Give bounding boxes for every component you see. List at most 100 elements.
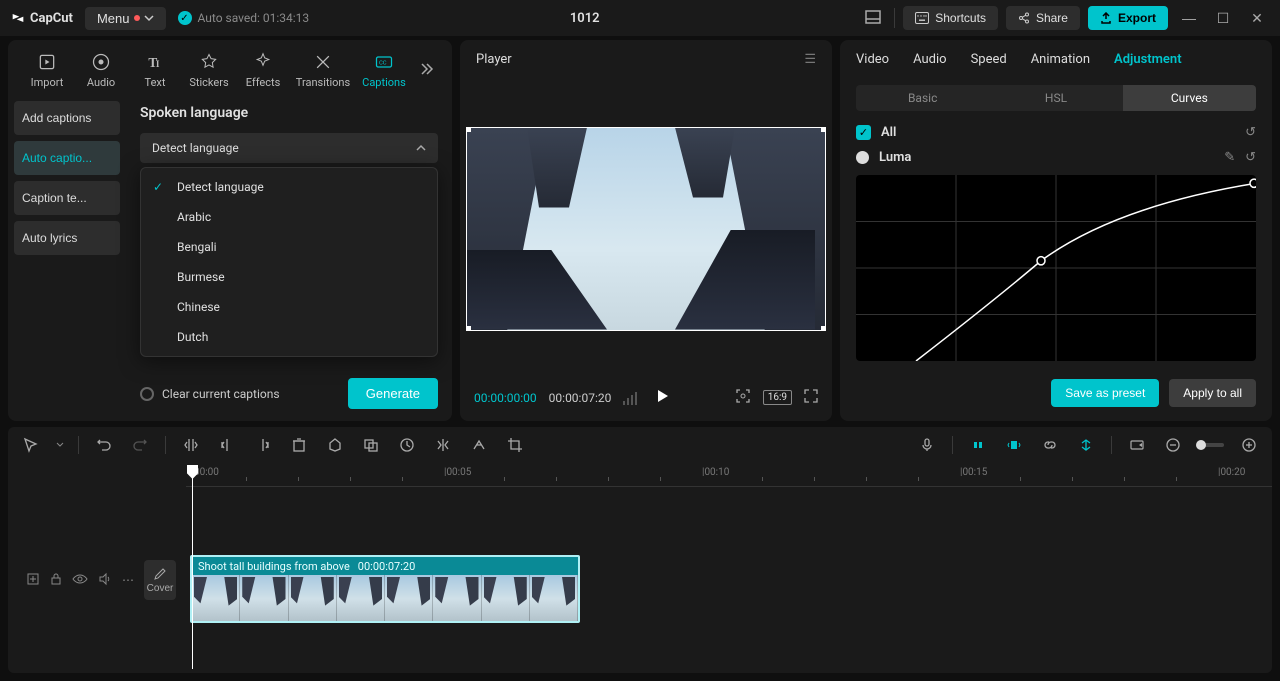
keyboard-icon <box>915 12 929 24</box>
save-preset-button[interactable]: Save as preset <box>1051 379 1159 407</box>
clear-captions-toggle[interactable]: Clear current captions <box>140 387 280 401</box>
selection-tool[interactable] <box>20 434 42 456</box>
maximize-button[interactable]: ☐ <box>1210 5 1236 31</box>
resize-handle-br[interactable] <box>821 326 826 331</box>
nav-auto-captions[interactable]: Auto captio... <box>14 141 120 175</box>
video-canvas[interactable]: ⟳ <box>466 127 826 331</box>
player-viewport[interactable]: ⟳ <box>460 79 832 378</box>
chevron-double-right-icon <box>418 61 434 77</box>
tab-video[interactable]: Video <box>856 52 889 73</box>
expand-tabs-button[interactable] <box>412 55 440 87</box>
tab-text[interactable]: TI Text <box>128 48 182 93</box>
option-arabic[interactable]: Arabic <box>141 202 437 232</box>
tab-speed[interactable]: Speed <box>971 52 1007 73</box>
preview-axis-button[interactable] <box>1075 434 1097 456</box>
option-burmese[interactable]: Burmese <box>141 262 437 292</box>
apply-all-button[interactable]: Apply to all <box>1169 379 1256 407</box>
crop-button[interactable] <box>504 434 526 456</box>
track-mute-button[interactable] <box>98 572 112 589</box>
tab-audio[interactable]: Audio <box>74 48 128 93</box>
scale-button[interactable] <box>735 388 751 407</box>
track-lock-button[interactable] <box>50 572 62 589</box>
curve-channel-luma[interactable]: Luma ✎ ↺ <box>856 150 1256 165</box>
delete-left-button[interactable] <box>216 434 238 456</box>
reset-icon[interactable]: ↺ <box>1245 150 1256 165</box>
playhead[interactable] <box>192 465 193 669</box>
transitions-icon <box>313 52 333 72</box>
resize-handle-tl[interactable] <box>466 127 471 132</box>
share-button[interactable]: Share <box>1006 6 1080 30</box>
tab-adjustment[interactable]: Adjustment <box>1114 52 1182 73</box>
resize-handle-bl[interactable] <box>466 326 471 331</box>
aspect-ratio[interactable]: 16:9 <box>763 390 792 405</box>
track-add-button[interactable] <box>26 572 40 589</box>
preview-render-button[interactable] <box>1126 434 1148 456</box>
subtab-hsl[interactable]: HSL <box>989 85 1122 111</box>
menu-button[interactable]: Menu <box>85 7 166 30</box>
track-more-button[interactable]: ⋯ <box>122 573 134 587</box>
tab-effects[interactable]: Effects <box>236 48 290 93</box>
nav-add-captions[interactable]: Add captions <box>14 101 120 135</box>
option-bengali[interactable]: Bengali <box>141 232 437 262</box>
redo-button[interactable] <box>129 434 151 456</box>
effects-icon <box>253 52 273 72</box>
timeline-tracks[interactable]: 00:00 |00:05 |00:10 |00:15 |00:20 Shoot … <box>186 463 1272 673</box>
track-visibility-button[interactable] <box>72 573 88 588</box>
nav-caption-templates[interactable]: Caption te... <box>14 181 120 215</box>
eyedropper-icon[interactable]: ✎ <box>1224 150 1235 165</box>
nav-auto-lyrics[interactable]: Auto lyrics <box>14 221 120 255</box>
option-detect[interactable]: ✓Detect language <box>141 172 437 202</box>
tab-transitions[interactable]: Transitions <box>290 48 356 93</box>
tab-import[interactable]: Import <box>20 48 74 93</box>
fullscreen-button[interactable] <box>804 389 818 406</box>
divider <box>78 436 79 454</box>
cover-button[interactable]: Cover <box>144 560 176 600</box>
link-button[interactable] <box>1039 434 1061 456</box>
tab-stickers[interactable]: Stickers <box>182 48 236 93</box>
timeline-ruler[interactable]: 00:00 |00:05 |00:10 |00:15 |00:20 <box>186 463 1272 487</box>
split-button[interactable] <box>180 434 202 456</box>
language-dropdown[interactable]: Detect language <box>140 133 438 163</box>
adjustment-subtabs: Basic HSL Curves <box>856 85 1256 111</box>
subtab-basic[interactable]: Basic <box>856 85 989 111</box>
subtab-curves[interactable]: Curves <box>1123 85 1256 111</box>
tab-animation[interactable]: Animation <box>1031 52 1090 73</box>
delete-right-button[interactable] <box>252 434 274 456</box>
shortcuts-button[interactable]: Shortcuts <box>903 6 998 30</box>
reverse-button[interactable] <box>468 434 490 456</box>
option-chinese[interactable]: Chinese <box>141 292 437 322</box>
mirror-button[interactable] <box>432 434 454 456</box>
close-button[interactable]: ✕ <box>1244 5 1270 31</box>
ruler-tick: |00:20 <box>1218 467 1245 478</box>
share-icon <box>1018 12 1030 24</box>
curve-channel-all[interactable]: ✓ All ↺ <box>856 125 1256 140</box>
reset-icon[interactable]: ↺ <box>1245 125 1256 140</box>
group-button[interactable] <box>360 434 382 456</box>
tab-audio[interactable]: Audio <box>913 52 946 73</box>
export-button[interactable]: Export <box>1088 6 1168 30</box>
generate-button[interactable]: Generate <box>348 378 438 409</box>
tab-captions[interactable]: CC Captions <box>356 48 412 93</box>
mic-button[interactable] <box>916 434 938 456</box>
minimize-button[interactable]: — <box>1176 5 1202 31</box>
zoom-out-button[interactable] <box>1162 434 1184 456</box>
zoom-in-button[interactable] <box>1238 434 1260 456</box>
option-dutch[interactable]: Dutch <box>141 322 437 352</box>
auto-snap-button[interactable] <box>1003 434 1025 456</box>
play-button[interactable] <box>655 389 669 406</box>
marker-button[interactable] <box>324 434 346 456</box>
resize-handle-tr[interactable] <box>821 127 826 132</box>
magnet-main-button[interactable] <box>967 434 989 456</box>
chevron-down-icon[interactable] <box>56 441 64 449</box>
zoom-slider[interactable] <box>1198 443 1224 447</box>
audio-icon <box>91 52 111 72</box>
player-panel: Player ☰ ⟳ 00:00:00:00 00:00:07:20 <box>460 40 832 421</box>
video-clip[interactable]: Shoot tall buildings from above 00:00:07… <box>190 555 580 623</box>
player-menu-button[interactable]: ☰ <box>804 52 816 67</box>
curve-graph[interactable] <box>856 175 1256 361</box>
divider <box>952 436 953 454</box>
undo-button[interactable] <box>93 434 115 456</box>
freeze-button[interactable] <box>396 434 418 456</box>
layout-button[interactable] <box>860 5 886 31</box>
delete-button[interactable] <box>288 434 310 456</box>
